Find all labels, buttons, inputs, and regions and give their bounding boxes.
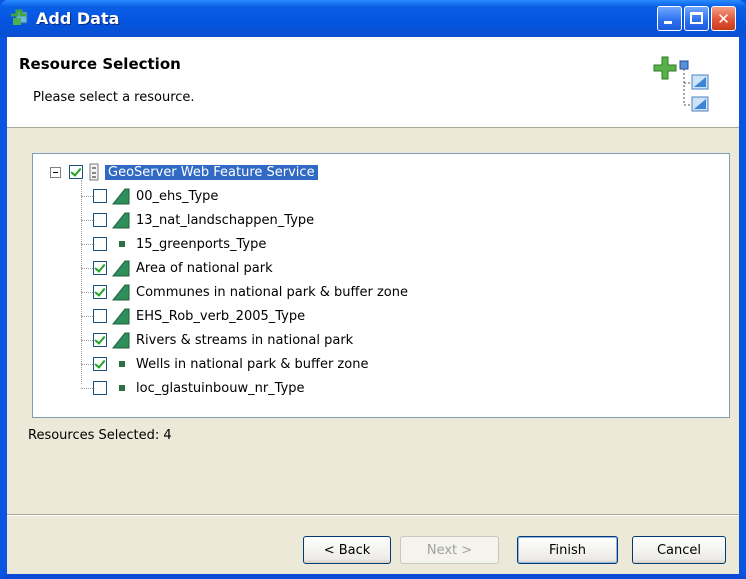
- tree-item-label: EHS_Rob_verb_2005_Type: [136, 308, 306, 324]
- polygon-layer-icon: [111, 188, 130, 205]
- tree-connector: [81, 364, 93, 365]
- minimize-icon: [664, 21, 672, 24]
- tree-item-label: 13_nat_landschappen_Type: [136, 212, 315, 228]
- layer-checkbox[interactable]: [93, 309, 107, 323]
- minimize-button[interactable]: [657, 6, 682, 31]
- window-title: Add Data: [36, 9, 120, 28]
- tree-item-row[interactable]: EHS_Rob_verb_2005_Type: [93, 305, 305, 327]
- tree-item-row[interactable]: Communes in national park & buffer zone: [93, 281, 408, 303]
- close-button[interactable]: ✕: [711, 6, 736, 31]
- layer-checkbox[interactable]: [93, 213, 107, 227]
- tree-item-label: loc_glastuinbouw_nr_Type: [136, 380, 305, 396]
- tree-item-label: Wells in national park & buffer zone: [136, 356, 369, 372]
- tree-item-label: Area of national park: [136, 260, 273, 276]
- tree-connector: [81, 316, 93, 317]
- tree-connector: [81, 292, 93, 293]
- tree-connector: [81, 388, 93, 389]
- point-layer-icon: [119, 361, 125, 367]
- tree-item-label: 15_greenports_Type: [136, 236, 267, 252]
- tree-item-label: Rivers & streams in national park: [136, 332, 354, 348]
- button-bar-separator: [7, 514, 739, 516]
- next-button[interactable]: Next >: [400, 536, 499, 564]
- layer-checkbox[interactable]: [93, 237, 107, 251]
- tree-item-row[interactable]: 00_ehs_Type: [93, 185, 218, 207]
- title-bar[interactable]: Add Data ✕: [0, 0, 746, 37]
- point-layer-icon: [119, 385, 125, 391]
- finish-button[interactable]: Finish: [517, 536, 618, 564]
- layer-checkbox[interactable]: [93, 333, 107, 347]
- tree-item-row[interactable]: Area of national park: [93, 257, 273, 279]
- polygon-layer-icon: [111, 284, 130, 301]
- add-data-dialog: Add Data ✕ Resource Selection Please sel…: [0, 0, 746, 579]
- layer-checkbox[interactable]: [93, 285, 107, 299]
- close-icon: ✕: [717, 9, 730, 28]
- polygon-layer-icon: [111, 212, 130, 229]
- layer-checkbox[interactable]: [93, 357, 107, 371]
- layer-checkbox[interactable]: [93, 381, 107, 395]
- tree-root-row[interactable]: GeoServer Web Feature Service: [69, 161, 318, 183]
- tree-connector: [81, 180, 82, 384]
- tree-root-label: GeoServer Web Feature Service: [105, 164, 318, 180]
- cancel-button[interactable]: Cancel: [632, 536, 726, 564]
- tree-item-row[interactable]: Wells in national park & buffer zone: [93, 353, 368, 375]
- tree-item-label: 00_ehs_Type: [136, 188, 219, 204]
- polygon-layer-icon: [111, 308, 130, 325]
- maximize-button[interactable]: [684, 6, 709, 31]
- page-description: Please select a resource.: [33, 90, 195, 105]
- tree-connector: [81, 244, 93, 245]
- tree-connector: [81, 220, 93, 221]
- add-resource-icon: [653, 56, 709, 112]
- selection-count: Resources Selected: 4: [28, 428, 172, 443]
- tree-item-label: Communes in national park & buffer zone: [136, 284, 408, 300]
- service-icon: [89, 163, 99, 181]
- app-icon: [11, 9, 28, 25]
- tree-connector: [81, 196, 93, 197]
- maximize-icon: [690, 12, 703, 24]
- wizard-header: Resource Selection Please select a resou…: [7, 37, 739, 128]
- back-button[interactable]: < Back: [303, 536, 391, 564]
- collapse-icon[interactable]: [50, 167, 61, 178]
- layer-checkbox[interactable]: [93, 189, 107, 203]
- tree-item-row[interactable]: 15_greenports_Type: [93, 233, 266, 255]
- point-layer-icon: [119, 241, 125, 247]
- tree-connector: [81, 268, 93, 269]
- tree-item-row[interactable]: loc_glastuinbouw_nr_Type: [93, 377, 305, 399]
- root-checkbox[interactable]: [69, 165, 83, 179]
- tree-connector: [81, 340, 93, 341]
- page-title: Resource Selection: [19, 55, 181, 73]
- polygon-layer-icon: [111, 260, 130, 277]
- tree-item-row[interactable]: Rivers & streams in national park: [93, 329, 353, 351]
- resource-tree[interactable]: GeoServer Web Feature Service 00_ehs_Typ…: [32, 153, 730, 418]
- tree-item-row[interactable]: 13_nat_landschappen_Type: [93, 209, 314, 231]
- layer-checkbox[interactable]: [93, 261, 107, 275]
- polygon-layer-icon: [111, 332, 130, 349]
